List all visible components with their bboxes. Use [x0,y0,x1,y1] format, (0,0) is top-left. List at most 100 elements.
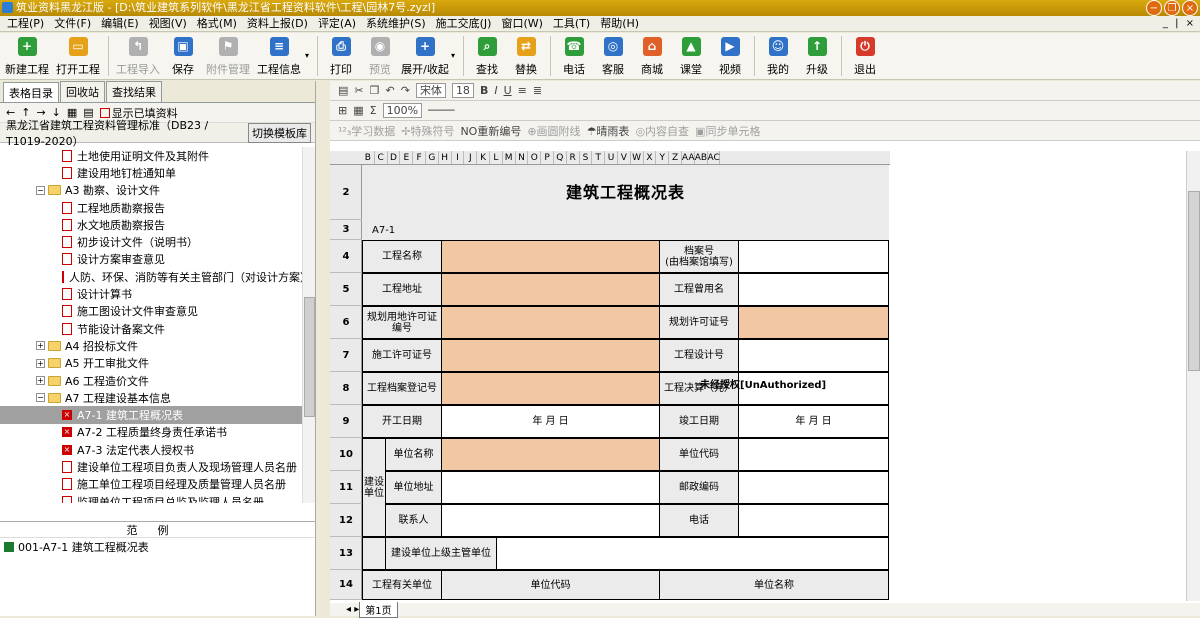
sample-item[interactable]: 001-A7-1 建筑工程概况表 [0,538,315,556]
tree-item[interactable]: 监理单位工程项目总监及监理人员名册 [0,493,302,503]
sum-icon[interactable]: Σ [370,104,377,117]
align-left-icon[interactable]: ≡ [518,84,527,97]
field-input[interactable] [441,273,660,306]
tools-button[interactable]: ✢特殊符号 [401,123,454,139]
toolbar-button[interactable]: ≡ 工程信息 [254,33,304,77]
sheet-tab-page1[interactable]: 第1页 [359,601,398,618]
menu-item[interactable]: 帮助(H) [595,16,644,32]
zoom-select[interactable]: 100% [382,103,423,118]
merge-cells-icon[interactable]: ⊞ [338,104,347,117]
menu-item[interactable]: 视图(V) [144,16,192,32]
tree-item[interactable]: 初步设计文件（说明书） [0,233,302,250]
toolbar-button[interactable]: ▣ 保存 [164,33,202,77]
field-input[interactable] [441,306,660,339]
menu-item[interactable]: 格式(M) [192,16,242,32]
panel-splitter[interactable] [316,81,330,616]
field-input[interactable] [441,504,660,537]
field-input[interactable] [441,438,660,471]
mdi-window-controls[interactable]: _ | × [1163,16,1196,32]
tree-item[interactable]: + A4 招投标文件 [0,337,302,354]
tree-item[interactable]: 设计计算书 [0,285,302,302]
field-input[interactable] [738,438,889,471]
tree-item[interactable]: × A7-3 法定代表人授权书 [0,441,302,458]
tab-search-results[interactable]: 查找结果 [106,81,162,102]
tree-item[interactable]: × A7-1 建筑工程概况表 [0,406,302,424]
toolbar-button[interactable]: ↰ 工程导入 [113,33,163,77]
toolbar-button[interactable]: ▶ 视频 [711,33,749,77]
toolbar-button[interactable]: + 新建工程 [2,33,52,77]
tools-button[interactable]: ◎内容自查 [635,123,689,139]
toolbar-button[interactable]: ☺ 我的 [759,33,797,77]
switch-template-button[interactable]: 切换模板库 [248,122,311,143]
tree-item[interactable]: 设计方案审查意见 [0,251,302,268]
menu-item[interactable]: 施工交底(J) [431,16,497,32]
expand-toggle-icon[interactable]: + [36,358,45,368]
menu-item[interactable]: 工具(T) [548,16,595,32]
field-input[interactable] [441,372,660,405]
toolbar-button[interactable]: ⌂ 商城 [633,33,671,77]
expand-toggle-icon[interactable]: − [36,185,45,195]
menu-item[interactable]: 编辑(E) [96,16,144,32]
field-input[interactable] [496,537,889,570]
paste-icon[interactable]: ▤ [338,84,348,97]
toolbar-button[interactable]: ◉ 预览 [361,33,399,77]
tree-item[interactable]: 施工图设计文件审查意见 [0,303,302,320]
copy-icon[interactable]: ❐ [370,84,380,97]
menu-item[interactable]: 窗口(W) [496,16,547,32]
toolbar-button[interactable]: ⎙ 打印 [322,33,360,77]
field-input[interactable] [441,471,660,504]
toolbar-button[interactable]: ⚑ 附件管理 [203,33,253,77]
menu-item[interactable]: 系统维护(S) [361,16,431,32]
tab-recycle-bin[interactable]: 回收站 [60,81,105,102]
font-select[interactable]: 宋体 [415,83,446,98]
tree-item[interactable]: 施工单位工程项目经理及质量管理人员名册 [0,476,302,493]
field-input[interactable] [738,339,889,372]
italic-icon[interactable]: I [494,84,497,97]
borders-icon[interactable]: ▦ [353,104,363,117]
cut-icon[interactable]: ✂ [354,84,363,97]
field-input[interactable] [738,273,889,306]
date-input[interactable]: 年 月 日 [441,405,660,438]
tree-item[interactable]: 水文地质勘察报告 [0,216,302,233]
tools-button[interactable]: ☂晴雨表 [587,123,630,139]
menu-item[interactable]: 文件(F) [49,16,96,32]
dropdown-arrow-icon[interactable]: ▾ [305,51,309,60]
toolbar-button[interactable]: ◎ 客服 [594,33,632,77]
tools-button[interactable]: ¹²₃学习数据 [338,123,395,139]
tree-item[interactable]: 建设单位工程项目负责人及现场管理人员名册 [0,458,302,475]
tree-item[interactable]: − A3 勘察、设计文件 [0,182,302,199]
toolbar-button[interactable]: ⇄ 替换 [507,33,545,77]
close-button[interactable]: × [1182,0,1198,16]
line-style-icon[interactable]: ──── [428,104,455,117]
toolbar-button[interactable]: ▲ 课堂 [672,33,710,77]
tree-item[interactable]: 建设用地钉桩通知单 [0,164,302,181]
field-input[interactable] [738,471,889,504]
field-input[interactable] [441,339,660,372]
size-select[interactable]: 18 [451,83,474,98]
expand-toggle-icon[interactable]: − [36,393,45,403]
menu-item[interactable]: 评定(A) [313,16,361,32]
toolbar-button[interactable]: + 展开/收起 [400,33,450,77]
underline-icon[interactable]: U [504,84,512,97]
tree-item[interactable]: 工程地质勘察报告 [0,199,302,216]
tree-item[interactable]: 节能设计备案文件 [0,320,302,337]
toolbar-button[interactable]: ▭ 打开工程 [53,33,103,77]
bold-icon[interactable]: B [480,84,488,97]
menu-item[interactable]: 资料上报(D) [242,16,313,32]
field-input[interactable] [738,306,889,339]
menu-item[interactable]: 工程(P) [2,16,49,32]
date-input[interactable]: 年 月 日 [738,405,889,438]
toolbar-button[interactable]: ⏻ 退出 [846,33,884,77]
tree-item[interactable]: + A6 工程造价文件 [0,372,302,389]
toolbar-button[interactable]: ⌕ 查找 [468,33,506,77]
field-input[interactable] [738,504,889,537]
minimize-button[interactable]: − [1146,0,1162,16]
undo-icon[interactable]: ↶ [386,84,395,97]
tree-item[interactable]: × A7-2 工程质量终身责任承诺书 [0,424,302,441]
sheet-scroll-thumb[interactable] [1188,191,1200,371]
tools-button[interactable]: NO重新编号 [460,123,521,139]
field-input[interactable] [738,240,889,273]
tools-button[interactable]: ⊕画圆附线 [527,123,580,139]
toolbar-button[interactable]: ☎ 电话 [555,33,593,77]
tab-table-directory[interactable]: 表格目录 [3,82,59,102]
